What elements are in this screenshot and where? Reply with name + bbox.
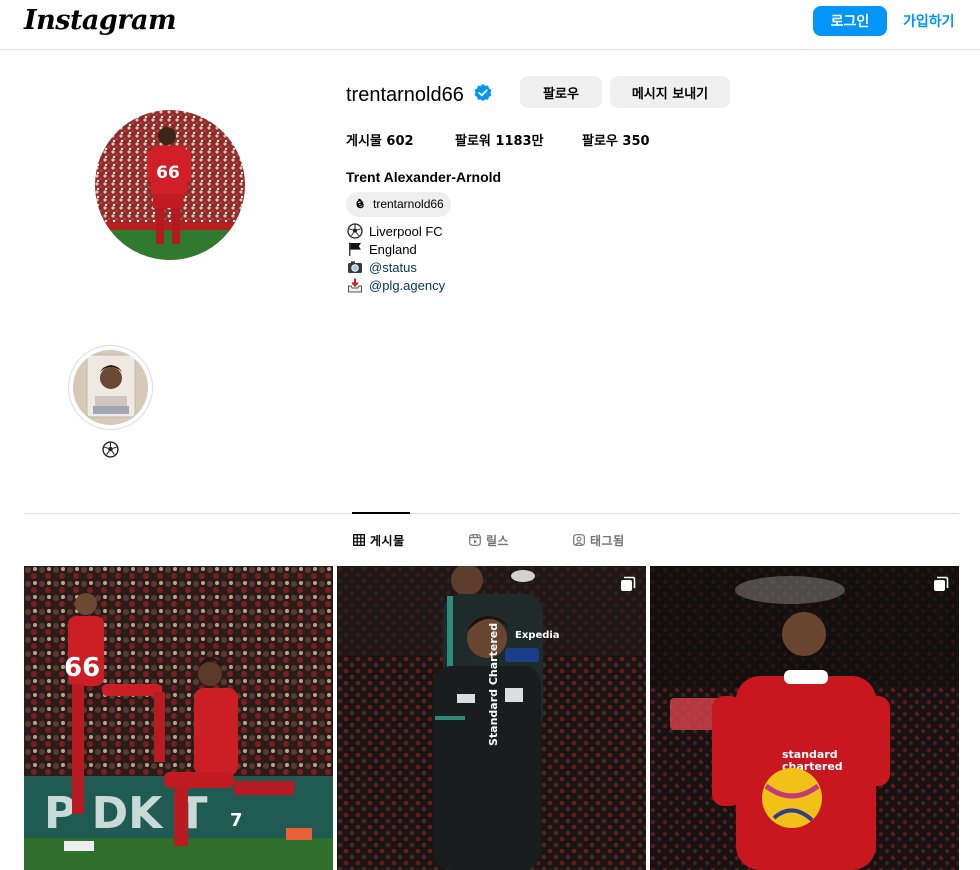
svg-text:7: 7 [230, 810, 243, 831]
black-flag-icon [349, 242, 361, 256]
tagged-icon [573, 534, 585, 546]
reels-icon [469, 534, 481, 546]
threads-handle: trentarnold66 [373, 197, 444, 211]
tab-reels[interactable]: 릴스 [469, 532, 509, 549]
threads-icon [356, 198, 364, 209]
inbox-tray-icon [348, 278, 362, 293]
soccer-ball-icon [347, 223, 363, 239]
agency-link[interactable]: @plg.agency [369, 278, 445, 293]
tabs-divider [24, 513, 959, 514]
tab-tagged[interactable]: 태그됨 [573, 532, 625, 549]
post-thumbnail[interactable]: standard chartered [650, 566, 959, 870]
profile-avatar[interactable]: 66 [95, 110, 245, 260]
soccer-ball-icon [102, 441, 119, 458]
posts-count: 게시물 602 [346, 134, 414, 149]
following-count[interactable]: 팔로우 350 [582, 130, 650, 149]
svg-text:66: 66 [64, 653, 100, 683]
followers-count[interactable]: 팔로워 1183만 [455, 130, 544, 149]
bio-line-country: England [346, 241, 417, 259]
instagram-logo[interactable]: Instagram [24, 5, 177, 36]
story-highlight[interactable] [68, 345, 153, 430]
highlight-thumbnail [73, 350, 148, 425]
tab-posts[interactable]: 게시물 [353, 532, 405, 549]
active-tab-indicator [352, 512, 410, 514]
profile-full-name: Trent Alexander-Arnold [346, 169, 502, 185]
multiple-images-icon [621, 576, 636, 591]
threads-badge[interactable]: trentarnold66 [346, 192, 451, 217]
svg-text:66: 66 [156, 163, 180, 183]
bio-line-agency: @plg.agency [346, 277, 445, 295]
signup-link[interactable]: 가입하기 [903, 11, 955, 31]
login-button[interactable]: 로그인 [813, 6, 887, 36]
post-thumbnail[interactable]: P DK T 66 7 [24, 566, 333, 870]
bio-line-status: @status [346, 259, 417, 277]
top-navigation-bar: Instagram 로그인 가입하기 [0, 0, 980, 50]
post-thumbnail[interactable]: Expedia Standard Chartered [337, 566, 646, 870]
follow-button[interactable]: 팔로우 [520, 76, 602, 108]
profile-username: trentarnold66 [346, 84, 464, 106]
grid-icon [353, 534, 365, 546]
status-link[interactable]: @status [369, 260, 417, 275]
bio-line-club: Liverpool FC [346, 223, 443, 241]
verified-badge-icon [474, 84, 492, 102]
send-message-button[interactable]: 메시지 보내기 [610, 76, 730, 108]
svg-text:Standard Chartered: Standard Chartered [487, 623, 500, 746]
svg-text:Expedia: Expedia [515, 630, 560, 641]
camera-icon [348, 261, 362, 273]
multiple-images-icon [934, 576, 949, 591]
